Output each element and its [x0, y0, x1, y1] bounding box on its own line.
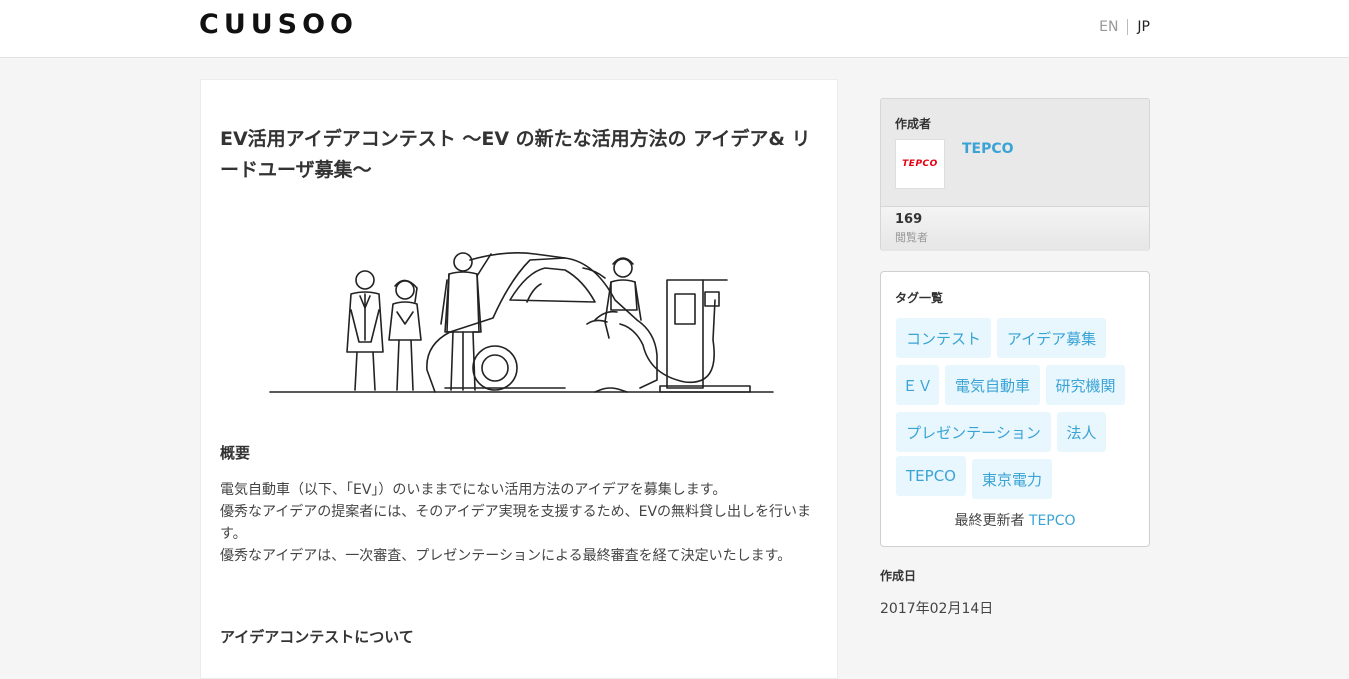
lang-jp-link[interactable]: JP [1137, 19, 1150, 35]
contest-heading: アイデアコンテストについて [220, 628, 414, 646]
language-switcher: EN JP [1099, 19, 1150, 35]
tag-presentation[interactable]: プレゼンテーション [896, 412, 1051, 452]
overview-line-3: 優秀なアイデアは、一次審査、プレゼンテーションによる最終審査を経て決定いたします… [220, 548, 792, 564]
lang-divider [1127, 19, 1129, 35]
author-label: 作成者 [895, 117, 932, 131]
created-label: 作成日 [880, 569, 917, 583]
overview-heading: 概要 [220, 444, 251, 462]
article-title: EV活用アイデアコンテスト ～EV の新たな活用方法の アイデア& リードユーザ… [220, 128, 811, 181]
last-updated-by-link[interactable]: TEPCO [1029, 513, 1076, 529]
ev-illustration [269, 252, 774, 393]
tag-corporation[interactable]: 法人 [1057, 412, 1106, 452]
lang-en-link[interactable]: EN [1099, 19, 1118, 35]
author-avatar[interactable]: TEPCO [895, 139, 945, 189]
tepco-logo: TEPCO [902, 159, 938, 169]
tag-idea-recruit[interactable]: アイデア募集 [997, 318, 1106, 358]
views-label: 閲覧者 [895, 231, 928, 244]
overview-line-2: 優秀なアイデアの提案者には、そのアイデア実現を支援するため、EVの無料貸し出しを… [220, 504, 812, 542]
article-panel: EV活用アイデアコンテスト ～EV の新たな活用方法の アイデア& リードユーザ… [200, 79, 838, 679]
views-stats: 169 閲覧者 [881, 206, 1149, 251]
created-date: 2017年02月14日 [880, 601, 994, 617]
site-logo[interactable]: CUUSOO [199, 9, 358, 40]
overview-body: 電気自動車（以下、「EV」）のいままでにない活用方法のアイデアを募集します。 優… [220, 479, 820, 567]
tag-tokyo-electric[interactable]: 東京電力 [972, 459, 1052, 499]
author-name-link[interactable]: TEPCO [962, 141, 1014, 157]
tag-ev[interactable]: ＥＶ [896, 365, 939, 405]
author-card: 作成者 TEPCO TEPCO 169 閲覧者 [880, 98, 1150, 251]
top-bar: CUUSOO EN JP [0, 0, 1349, 58]
last-updated-label: 最終更新者 [954, 513, 1025, 529]
tag-research[interactable]: 研究機関 [1046, 365, 1125, 405]
overview-line-1: 電気自動車（以下、「EV」）のいままでにない活用方法のアイデアを募集します。 [220, 482, 727, 498]
tag-tepco[interactable]: TEPCO [896, 456, 966, 496]
views-count: 169 [895, 212, 923, 227]
tag-electric-car[interactable]: 電気自動車 [945, 365, 1040, 405]
last-updated: 最終更新者 TEPCO [881, 510, 1149, 530]
tag-contest[interactable]: コンテスト [896, 318, 991, 358]
tags-label: タグ一覧 [895, 291, 944, 305]
tags-card: タグ一覧 コンテスト アイデア募集 ＥＶ 電気自動車 研究機関 プレゼンテーショ… [880, 271, 1150, 547]
